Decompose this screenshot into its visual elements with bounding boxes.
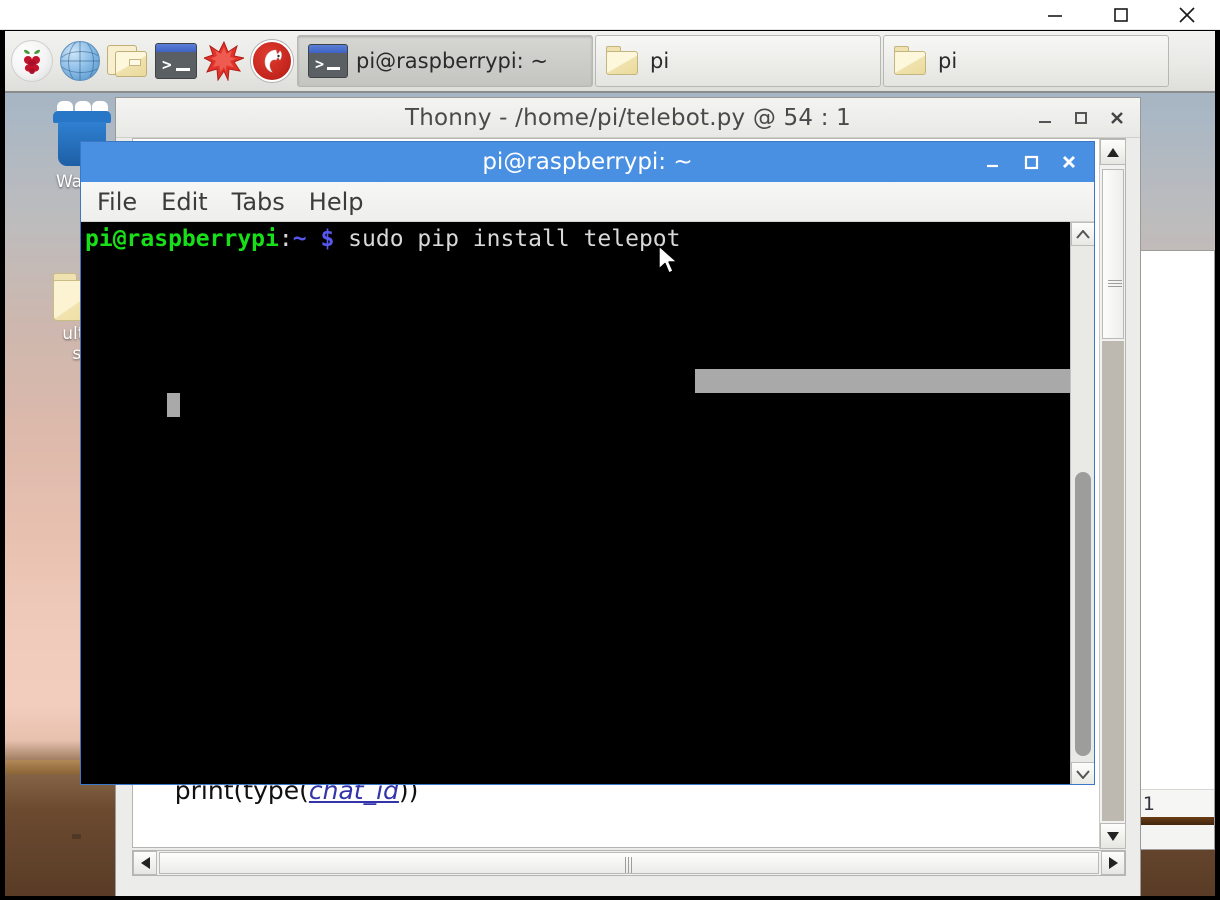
close-icon[interactable] xyxy=(1054,147,1084,177)
launcher-wolfram[interactable] xyxy=(249,36,295,86)
folder-icon xyxy=(894,46,930,76)
prompt-path: ~ xyxy=(292,226,307,252)
scrollbar-thumb[interactable] xyxy=(1102,169,1124,339)
menu-item-file[interactable]: File xyxy=(87,186,147,218)
launcher-web-browser[interactable] xyxy=(57,36,103,86)
editor-vertical-scrollbar[interactable] xyxy=(1099,139,1126,849)
scrollbar-thumb[interactable] xyxy=(159,852,1099,874)
editor-horizontal-scrollbar[interactable] xyxy=(132,850,1126,876)
terminal-window-controls xyxy=(978,142,1084,182)
menu-item-help[interactable]: Help xyxy=(299,186,374,218)
maximize-icon[interactable] xyxy=(1088,0,1154,30)
maximize-icon[interactable] xyxy=(1066,103,1096,133)
minimize-icon[interactable] xyxy=(978,147,1008,177)
launcher-raspberry-menu[interactable] xyxy=(9,36,55,86)
recorder-border-bottom xyxy=(0,896,1220,900)
scroll-left-icon[interactable] xyxy=(133,851,157,875)
scrollbar-thumb[interactable] xyxy=(1075,472,1091,756)
recorder-border-left xyxy=(0,30,5,900)
maximize-icon[interactable] xyxy=(1016,147,1046,177)
scroll-up-icon[interactable] xyxy=(1100,139,1126,165)
recorder-border-right xyxy=(1215,30,1220,900)
task-button-file-manager-1[interactable]: pi xyxy=(595,35,881,87)
launcher-file-manager[interactable] xyxy=(105,36,151,86)
scrollbar-grip xyxy=(625,857,633,873)
scroll-right-icon[interactable] xyxy=(1101,851,1125,875)
taskbar-launchers: > xyxy=(5,36,295,86)
task-button-label: pi xyxy=(938,49,958,73)
mathematica-icon xyxy=(202,40,246,82)
terminal-command: sudo pip install telepot xyxy=(334,226,681,252)
terminal-icon: > xyxy=(308,44,348,78)
terminal-titlebar[interactable]: pi@raspberrypi: ~ xyxy=(81,142,1094,182)
launcher-mathematica[interactable] xyxy=(201,36,247,86)
taskbar: > > pi@raspberrypi: ~ pi pi xyxy=(5,31,1215,93)
terminal-selection-highlight xyxy=(695,369,1094,393)
terminal-window[interactable]: pi@raspberrypi: ~ File Edit Tabs Help pi… xyxy=(80,141,1095,785)
terminal-title-text: pi@raspberrypi: ~ xyxy=(482,149,693,175)
wallpaper-speck xyxy=(72,834,81,839)
thonny-window-controls xyxy=(1030,98,1132,138)
wolfram-icon xyxy=(251,40,293,82)
task-button-label: pi xyxy=(650,49,670,73)
terminal-screen[interactable]: pi@raspberrypi:~ $ sudo pip install tele… xyxy=(81,222,1072,784)
prompt-user: pi@raspberrypi xyxy=(85,226,279,252)
terminal-menubar: File Edit Tabs Help xyxy=(81,182,1094,222)
task-button-terminal[interactable]: > pi@raspberrypi: ~ xyxy=(297,35,593,87)
launcher-terminal[interactable]: > xyxy=(153,36,199,86)
terminal-prompt-line: pi@raspberrypi:~ $ sudo pip install tele… xyxy=(85,228,681,251)
mouse-cursor xyxy=(658,245,680,281)
thonny-title-text: Thonny - /home/pi/telebot.py @ 54 : 1 xyxy=(404,104,852,131)
scroll-up-icon[interactable] xyxy=(1071,222,1094,246)
prompt-colon: : xyxy=(278,226,293,252)
web-browser-icon xyxy=(60,41,100,81)
recorder-titlebar xyxy=(0,0,1220,30)
minimize-icon[interactable] xyxy=(1030,103,1060,133)
scrollbar-trough[interactable] xyxy=(1102,341,1124,821)
raspberry-menu-icon xyxy=(11,40,53,82)
folder-icon xyxy=(606,46,642,76)
menu-item-edit[interactable]: Edit xyxy=(151,186,217,218)
menu-item-tabs[interactable]: Tabs xyxy=(222,186,295,218)
minimize-icon[interactable] xyxy=(1022,0,1088,30)
thonny-titlebar[interactable]: Thonny - /home/pi/telebot.py @ 54 : 1 xyxy=(116,98,1140,138)
scroll-down-icon[interactable] xyxy=(1100,823,1126,849)
task-button-label: pi@raspberrypi: ~ xyxy=(356,49,549,73)
close-icon[interactable] xyxy=(1102,103,1132,133)
file-manager-icon xyxy=(107,43,149,79)
terminal-vertical-scrollbar[interactable] xyxy=(1070,222,1094,784)
scrollbar-grip xyxy=(1108,280,1122,289)
terminal-cursor xyxy=(167,393,180,417)
close-icon[interactable] xyxy=(1154,0,1220,30)
task-button-file-manager-2[interactable]: pi xyxy=(883,35,1169,87)
prompt-dollar: $ xyxy=(320,226,335,252)
terminal-icon: > xyxy=(155,43,197,79)
scroll-down-icon[interactable] xyxy=(1071,762,1094,784)
taskbar-tasks: > pi@raspberrypi: ~ pi pi xyxy=(295,34,1215,88)
screen: Waste ultra se ads c s t.py xyxy=(0,0,1220,900)
